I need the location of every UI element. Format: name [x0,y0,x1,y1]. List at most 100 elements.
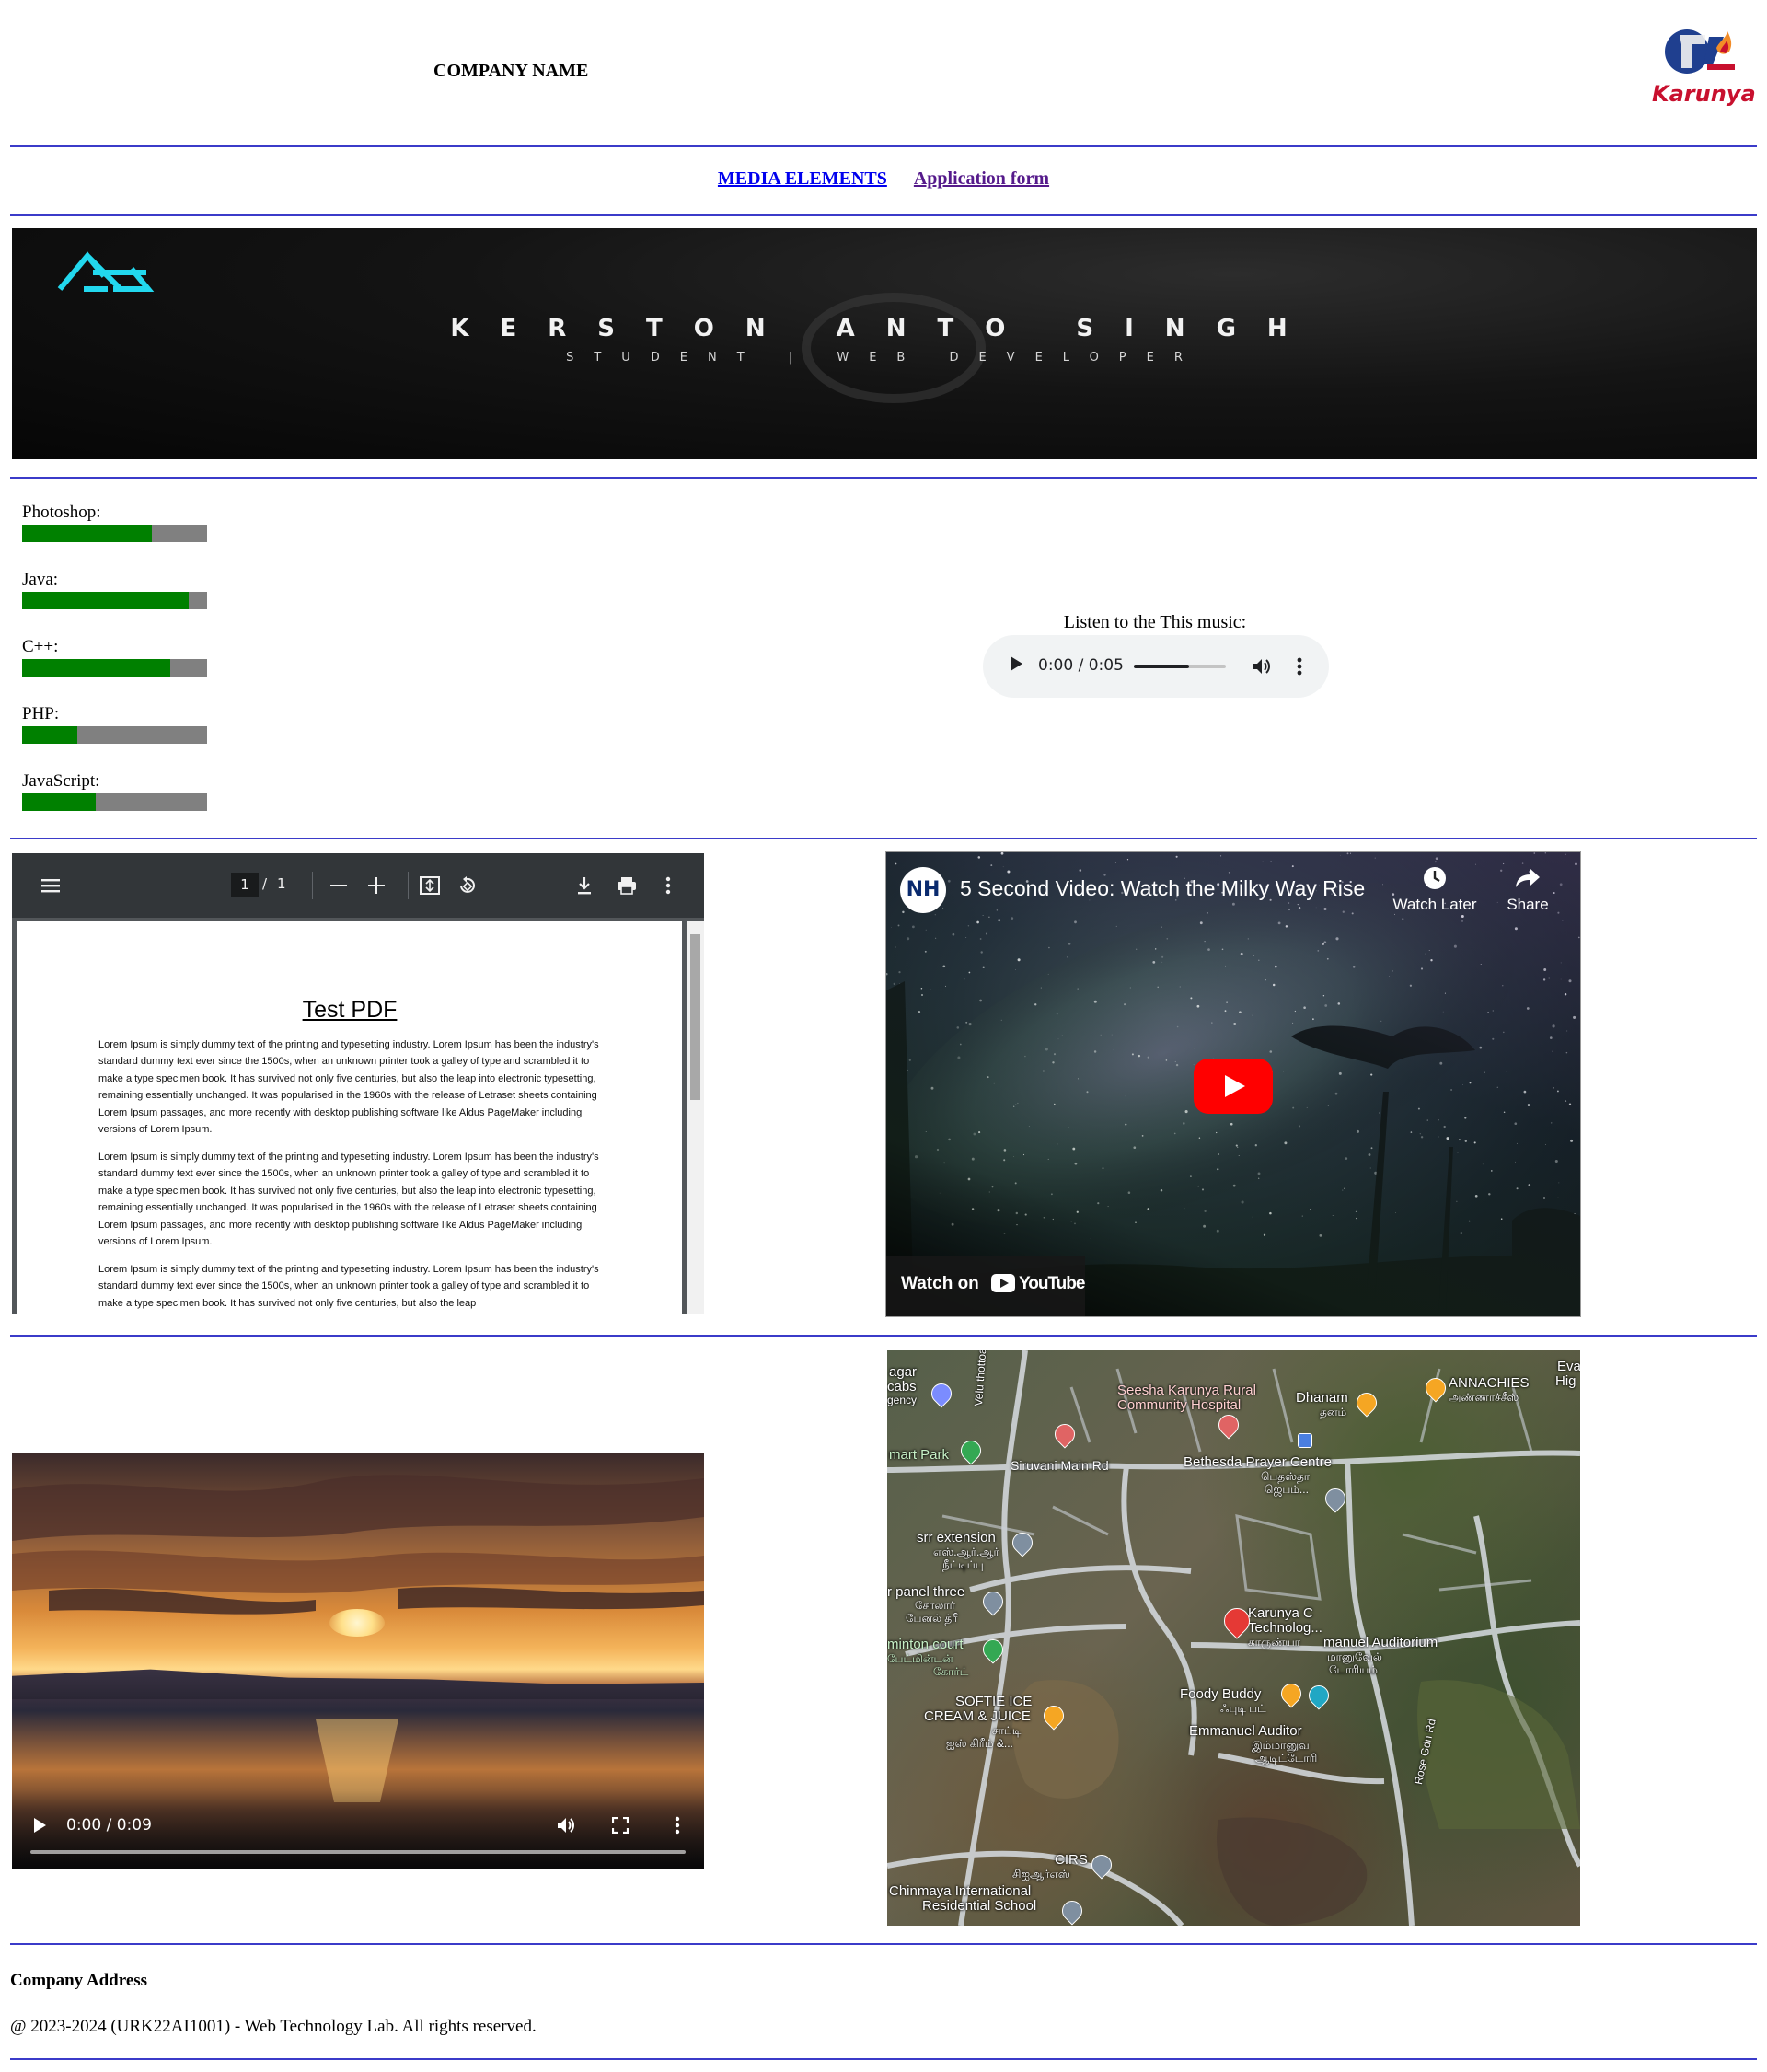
map-label: CIRS [1055,1852,1088,1868]
pdf-paragraph: Lorem Ipsum is simply dummy text of the … [98,1039,599,1136]
audio-progress-fill [1134,665,1189,668]
audio-caption: Listen to the This music: [1063,612,1247,632]
youtube-embed[interactable]: NH 5 Second Video: Watch the Milky Way R… [885,851,1581,1317]
map-label: Bethesda Prayer Centre [1184,1454,1332,1470]
watch-on-youtube-button[interactable]: Watch on YouTube [886,1256,1085,1316]
skill-progress-bar [22,726,207,744]
map-label: mart Park [889,1447,950,1463]
ks-monogram-icon [57,251,155,292]
map-label: cabs [887,1379,917,1395]
video-progress-bar[interactable] [30,1850,686,1854]
map-label: Residential School [922,1898,1037,1914]
skill-progress-bar [22,793,207,811]
share-button[interactable]: Share [1482,865,1574,914]
menu-icon[interactable] [40,877,62,894]
skill-progress-fill [22,726,78,744]
fullscreen-icon[interactable] [612,1817,629,1834]
map-label: நீட்டிப்பு [942,1558,984,1571]
divider [10,838,1757,839]
sunset-video-player[interactable]: 0:00 / 0:09 [12,1453,704,1869]
pdf-page: Test PDF Lorem Ipsum is simply dummy tex… [17,921,682,1314]
watch-later-button[interactable]: Watch Later [1389,865,1481,914]
map-label: டோரியம் [1329,1663,1378,1676]
map-label: minton court [887,1637,964,1652]
pdf-viewer[interactable]: 1 / 1 Test PDF Lorem Ipsum is simply dum… [12,853,704,1314]
pdf-scrollbar-thumb[interactable] [690,934,700,1100]
skill-label: C++: [22,637,59,656]
watch-on-label: Watch on [901,1274,979,1293]
map-label: ANNACHIES [1449,1375,1530,1391]
download-icon[interactable] [575,875,594,896]
pdf-page-separator: / [262,875,268,892]
youtube-wordmark: YouTube [1019,1274,1085,1293]
audio-time: 0:00 / 0:05 [1038,656,1124,675]
more-options-icon[interactable] [675,1815,680,1835]
youtube-logo-icon [991,1274,1015,1292]
volume-icon[interactable] [556,1816,576,1835]
video-title[interactable]: 5 Second Video: Watch the Milky Way Rise [960,876,1365,901]
map-label: Dhanam [1296,1390,1348,1406]
sun [329,1609,385,1637]
top-nav: MEDIA ELEMENTS Application form [0,168,1767,190]
skill-progress-fill [22,525,152,542]
map-label: இம்மானுவ [1252,1739,1310,1752]
map-label: மானுவேல் [1327,1650,1382,1663]
map-label: manuel Auditorium [1323,1635,1438,1650]
pdf-title: Test PDF [302,997,398,1023]
karunya-logo: Karunya [1652,24,1756,112]
google-map-embed[interactable]: agar cabs gency Velu thottoam Seesha Kar… [887,1350,1580,1926]
map-label: கோர்ட் [933,1665,969,1678]
map-label: பெதஸ்தா [1261,1470,1311,1483]
map-label: CREAM & JUICE [924,1708,1031,1724]
bus-stop-icon[interactable] [1298,1433,1312,1448]
pdf-page-input[interactable]: 1 [231,873,259,897]
rotate-icon[interactable] [456,875,478,896]
map-label: ஜெபம்... [1265,1483,1309,1496]
map-label: அண்ணாச்சீஸ் [1449,1391,1519,1404]
map-label: Emmanuel Auditor [1189,1723,1302,1739]
skill-label: JavaScript: [22,771,100,791]
skill-progress-bar [22,525,207,542]
map-label: ஆடிட்டோரி [1255,1752,1318,1765]
more-options-icon[interactable] [1297,656,1302,677]
watch-later-label: Watch Later [1392,896,1477,913]
map-label: Eva [1557,1359,1580,1374]
zoom-out-icon[interactable] [330,885,347,886]
nav-link-media-elements[interactable]: MEDIA ELEMENTS [718,168,887,189]
map-label: Foody Buddy [1180,1686,1262,1702]
play-icon[interactable] [34,1818,46,1833]
skill-progress-fill [22,659,170,677]
map-label: Community Hospital [1117,1397,1242,1413]
map-label: பேட்மின்டன் [887,1652,953,1665]
fit-page-icon[interactable] [419,875,441,896]
nav-link-application-form[interactable]: Application form [914,168,1049,189]
banner-role: STUDENT | WEB DEVELOPER [566,351,1203,365]
play-icon[interactable] [1011,656,1022,671]
map-label: Technolog... [1248,1620,1322,1636]
pdf-scrollbar[interactable] [687,921,704,1314]
print-icon[interactable] [616,875,638,896]
map-label: Hig [1555,1373,1576,1389]
map-label: பேனல் த்ரீ [906,1612,958,1625]
map-label: சிஐஆர்எஸ் [1012,1868,1070,1881]
audio-player[interactable]: 0:00 / 0:05 [983,635,1329,698]
map-label: srr extension [917,1530,996,1545]
map-label: சாப்டி [992,1724,1022,1737]
channel-avatar[interactable]: NH [900,867,946,913]
banner-name: KERSTON ANTO SINGH [450,315,1319,342]
pdf-page-total: 1 [277,875,286,892]
audio-progress[interactable] [1134,665,1226,668]
volume-icon[interactable] [1252,657,1272,676]
skill-label: Java: [22,570,59,589]
map-label: Chinmaya International [889,1883,1032,1899]
zoom-in-icon[interactable] [368,877,385,894]
video-controls: 0:00 / 0:09 [12,1790,704,1869]
youtube-play-button[interactable] [1194,1059,1273,1114]
toolbar-separator [408,872,409,899]
skill-progress-fill [22,793,97,811]
map-label: ஃபுடி பட் [1220,1702,1266,1715]
share-icon [1516,869,1540,887]
company-name: COMPANY NAME [433,61,589,81]
more-options-icon[interactable] [665,875,671,896]
map-label: எஸ்.ஆர்.ஆர் [933,1545,999,1558]
